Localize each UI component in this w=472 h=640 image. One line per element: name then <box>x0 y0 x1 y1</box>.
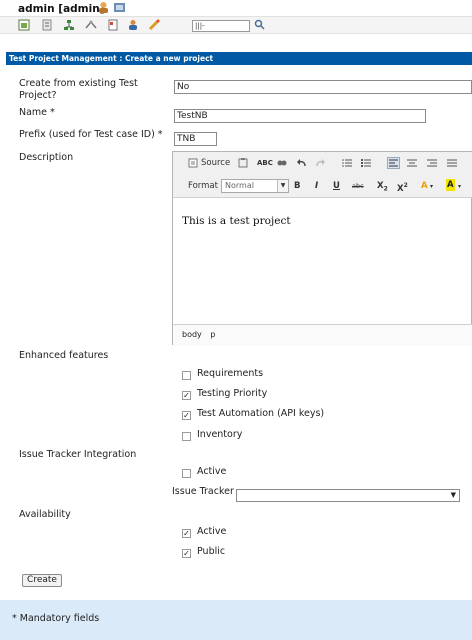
name-label: Name * <box>19 107 55 118</box>
editor-toolbar: Source ABC Format Normal ▼ B I U abc X2 … <box>173 152 472 198</box>
italic-button[interactable]: I <box>315 179 318 193</box>
source-button[interactable]: Source <box>201 156 230 170</box>
issue-tracker-active-label: Active <box>197 466 227 477</box>
public-checkbox[interactable]: ✓ <box>182 549 191 558</box>
availability-active-label: Active <box>197 526 227 537</box>
search-icon[interactable] <box>254 19 265 30</box>
issue-tracker-integration-label: Issue Tracker Integration <box>19 449 137 460</box>
bg-color-chevron-icon[interactable]: ▾ <box>458 180 461 194</box>
chevron-down-icon[interactable]: ▼ <box>277 180 288 192</box>
description-editor[interactable]: Source ABC Format Normal ▼ B I U abc X2 … <box>172 151 472 346</box>
subscript-button[interactable]: X2 <box>377 179 388 197</box>
superscript-button[interactable]: X2 <box>397 179 408 196</box>
test-automation-checkbox[interactable]: ✓ <box>182 411 191 420</box>
strikethrough-button[interactable]: abc <box>352 179 364 193</box>
test-automation-label: Test Automation (API keys) <box>197 408 325 419</box>
bold-button[interactable]: B <box>294 179 300 193</box>
public-label: Public <box>197 546 226 557</box>
create-from-existing-label: Create from existing Test Project? <box>19 78 138 101</box>
paste-icon[interactable] <box>238 158 248 168</box>
execution-icon[interactable] <box>85 19 97 31</box>
issue-tracker-select[interactable]: ▼ <box>236 489 460 502</box>
issue-tracker-label: Issue Tracker <box>172 486 234 497</box>
requirements-label: Requirements <box>197 368 264 379</box>
testing-priority-label: Testing Priority <box>197 388 268 399</box>
underline-button[interactable]: U <box>333 179 340 193</box>
mandatory-fields-note: * Mandatory fields <box>12 613 100 624</box>
prefix-label: Prefix (used for Test case ID) * <box>19 129 163 140</box>
justify-icon[interactable] <box>447 158 457 168</box>
editor-content[interactable]: This is a test project <box>173 199 472 323</box>
editor-path-bar: body p <box>173 324 472 346</box>
main-toolbar: |||- <box>0 16 472 34</box>
text-color-chevron-icon[interactable]: ▾ <box>430 180 433 194</box>
enhanced-features-label: Enhanced features <box>19 350 109 361</box>
testing-priority-checkbox[interactable]: ✓ <box>182 391 191 400</box>
find-icon[interactable] <box>277 158 287 168</box>
path-p[interactable]: p <box>210 330 215 339</box>
numbered-list-icon[interactable] <box>342 158 352 168</box>
undo-icon[interactable] <box>296 158 306 168</box>
description-label: Description <box>19 152 74 163</box>
spellcheck-icon[interactable]: ABC <box>257 156 273 170</box>
users-icon[interactable] <box>127 19 139 31</box>
align-right-icon[interactable] <box>427 158 437 168</box>
requirements-icon[interactable] <box>41 19 53 31</box>
events-icon[interactable] <box>148 19 160 31</box>
text-color-button[interactable]: A <box>421 179 428 193</box>
create-button[interactable]: Create <box>22 574 62 587</box>
bg-color-button[interactable]: A <box>446 179 455 191</box>
superscript-mark: 2 <box>403 182 408 189</box>
chevron-down-icon: ▼ <box>450 491 456 499</box>
logout-icon[interactable] <box>113 1 126 14</box>
page-title-bar: Test Project Management : Create a new p… <box>6 52 472 65</box>
align-center-icon[interactable] <box>407 158 417 168</box>
reports-icon[interactable] <box>107 19 119 31</box>
specification-icon[interactable] <box>63 19 75 31</box>
availability-active-checkbox[interactable]: ✓ <box>182 529 191 538</box>
home-icon[interactable] <box>18 19 30 31</box>
inventory-checkbox[interactable] <box>182 432 191 441</box>
top-header: admin [admin] |||- <box>0 0 472 36</box>
path-body[interactable]: body <box>182 330 202 339</box>
availability-label: Availability <box>19 509 71 520</box>
create-from-existing-select[interactable]: No <box>174 80 472 94</box>
source-icon[interactable] <box>188 158 198 168</box>
user-icon[interactable] <box>97 1 110 14</box>
footer: * Mandatory fields <box>0 600 472 640</box>
align-left-icon[interactable] <box>387 157 400 169</box>
user-label: admin [admin] <box>18 3 105 15</box>
name-input[interactable]: TestNB <box>174 109 426 123</box>
requirements-checkbox[interactable] <box>182 371 191 380</box>
redo-icon[interactable] <box>316 158 326 168</box>
issue-tracker-active-checkbox[interactable] <box>182 469 191 478</box>
format-label: Format <box>188 181 218 191</box>
search-input[interactable]: |||- <box>192 20 250 32</box>
subscript-mark: 2 <box>383 185 388 193</box>
bulleted-list-icon[interactable] <box>361 158 371 168</box>
inventory-label: Inventory <box>197 429 243 440</box>
prefix-input[interactable]: TNB <box>174 132 217 146</box>
